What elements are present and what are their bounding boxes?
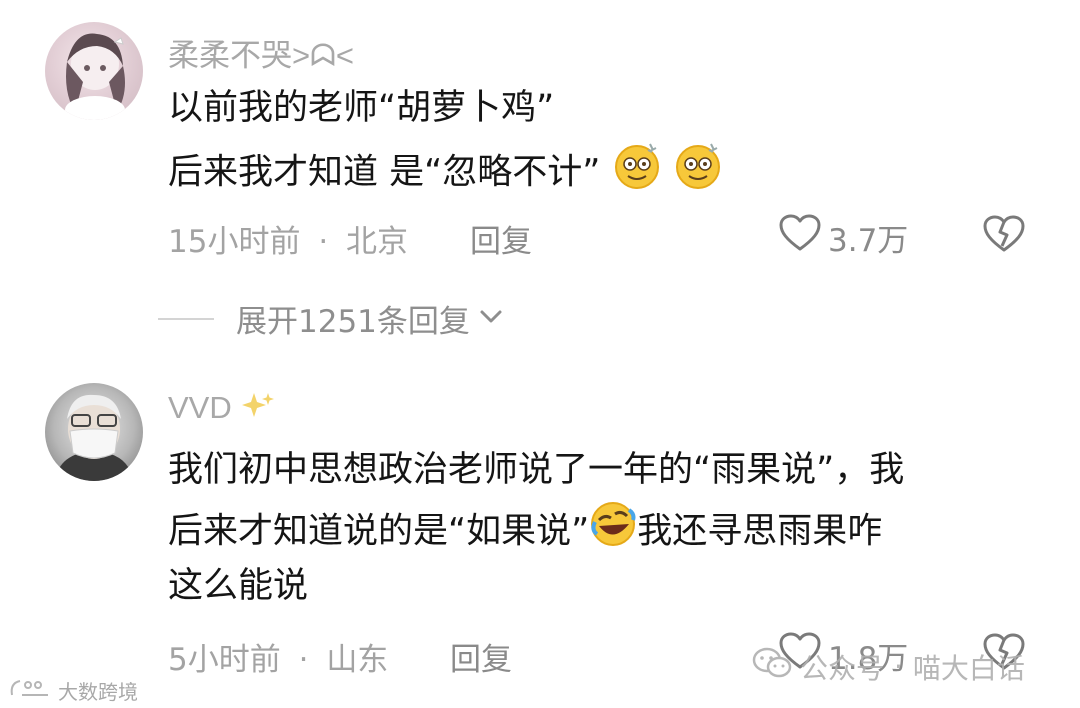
watermark-right-prefix: 公众号 xyxy=(800,651,885,685)
comment-text-line: 后来我才知道 是“忽略不计” xyxy=(168,140,723,207)
location: 北京 xyxy=(346,224,409,260)
dizzy-face-emoji xyxy=(673,140,723,207)
reply-button[interactable]: 回复 xyxy=(450,634,512,679)
watermark-separator: · xyxy=(894,650,903,683)
dizzy-face-emoji xyxy=(612,140,662,207)
timestamp: 5小时前 xyxy=(168,642,281,678)
reply-button[interactable]: 回复 xyxy=(470,216,532,261)
location: 山东 xyxy=(326,642,389,678)
broken-heart-icon xyxy=(982,215,1026,258)
timestamp: 15小时前 xyxy=(168,224,301,260)
chevron-down-icon xyxy=(478,307,504,331)
separator: · xyxy=(318,224,329,260)
expand-replies-label: 展开1251条回复 xyxy=(236,304,470,340)
like-count: 3.7万 xyxy=(828,222,909,259)
wechat-icon xyxy=(752,646,792,687)
rofl-emoji xyxy=(589,500,637,565)
watermark-right-name: 喵大白话 xyxy=(912,651,1025,685)
comment-text-line: 我们初中思想政治老师说了一年的“雨果说”，我 xyxy=(168,450,905,490)
expand-replies[interactable]: 展开1251条回复 xyxy=(158,296,504,341)
comment-text-line: 以前我的老师“胡萝卜鸡” xyxy=(168,88,555,128)
username[interactable]: VVD xyxy=(168,390,276,429)
sparkles-emoji xyxy=(240,392,276,428)
heart-outline-icon xyxy=(778,213,822,261)
dislike-button[interactable] xyxy=(982,214,1026,258)
comment-text-line: 后来才知道说的是“如果说” 我还寻思雨果咋 xyxy=(168,500,882,565)
separator: · xyxy=(298,642,309,678)
watermark-right: 公众号 · 喵大白话 xyxy=(752,646,1025,687)
watermark-left: 大数跨境 xyxy=(8,676,138,705)
comment-meta: 15小时前 · 北京 xyxy=(168,216,408,261)
username[interactable]: 柔柔不哭>ᗣ< xyxy=(168,30,354,75)
watermark-logo-icon xyxy=(8,677,54,704)
avatar[interactable] xyxy=(45,383,143,481)
comment-text-line: 这么能说 xyxy=(168,566,309,606)
divider xyxy=(158,317,214,320)
comment-meta: 5小时前 · 山东 xyxy=(168,634,388,679)
watermark-left-text: 大数跨境 xyxy=(58,680,138,704)
avatar[interactable] xyxy=(45,22,143,120)
like-button[interactable]: 3.7万 xyxy=(778,213,908,261)
